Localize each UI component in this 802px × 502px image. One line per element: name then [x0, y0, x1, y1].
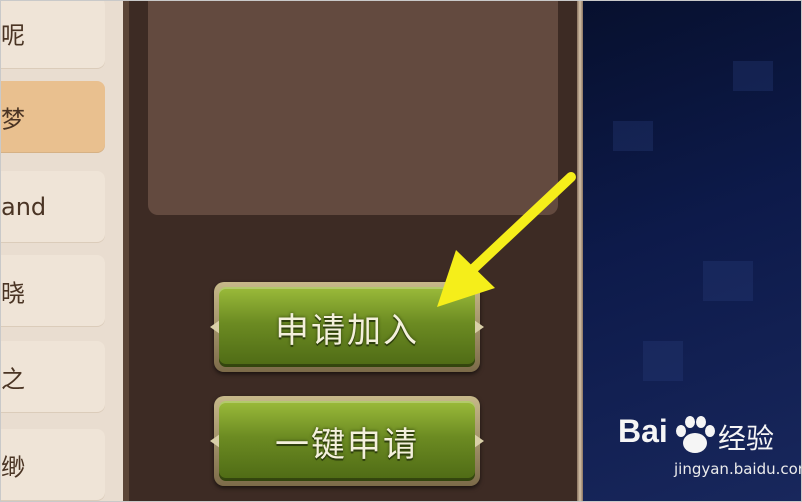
watermark-url: jingyan.baidu.com	[674, 460, 802, 478]
background-tile	[643, 341, 683, 381]
list-item-label: 梦	[1, 105, 25, 134]
list-item-label: 之	[1, 365, 25, 394]
list-item[interactable]: 呢	[1, 1, 105, 69]
player-list: 呢 梦 and 晓 之 缈	[1, 1, 123, 501]
background-tile	[733, 61, 773, 91]
list-item-label: 呢	[1, 21, 25, 50]
watermark-logo-cn: 经验	[718, 422, 775, 455]
game-screen: 呢 梦 and 晓 之 缈 申请加入 一键申请 Bai 经验 jingyan.b…	[0, 0, 802, 502]
apply-join-button[interactable]: 申请加入	[210, 282, 484, 372]
list-item-label: 晓	[1, 279, 25, 308]
list-item-label: and	[1, 193, 47, 221]
baidu-paw-icon	[676, 416, 715, 453]
background-tile	[613, 121, 653, 151]
list-item[interactable]: and	[1, 171, 105, 243]
watermark-logo: Bai	[618, 413, 668, 449]
background-tile	[703, 261, 753, 301]
list-item[interactable]: 缈	[1, 429, 105, 501]
apply-join-label: 申请加入	[275, 310, 419, 351]
list-item-selected[interactable]: 梦	[1, 81, 105, 153]
baidu-watermark: Bai 经验 jingyan.baidu.com	[618, 413, 801, 493]
guild-description-box	[148, 1, 558, 215]
one-click-apply-button[interactable]: 一键申请	[210, 396, 484, 486]
one-click-apply-label: 一键申请	[275, 424, 419, 465]
list-item[interactable]: 晓	[1, 255, 105, 327]
list-item[interactable]: 之	[1, 341, 105, 413]
list-item-label: 缈	[1, 453, 25, 482]
